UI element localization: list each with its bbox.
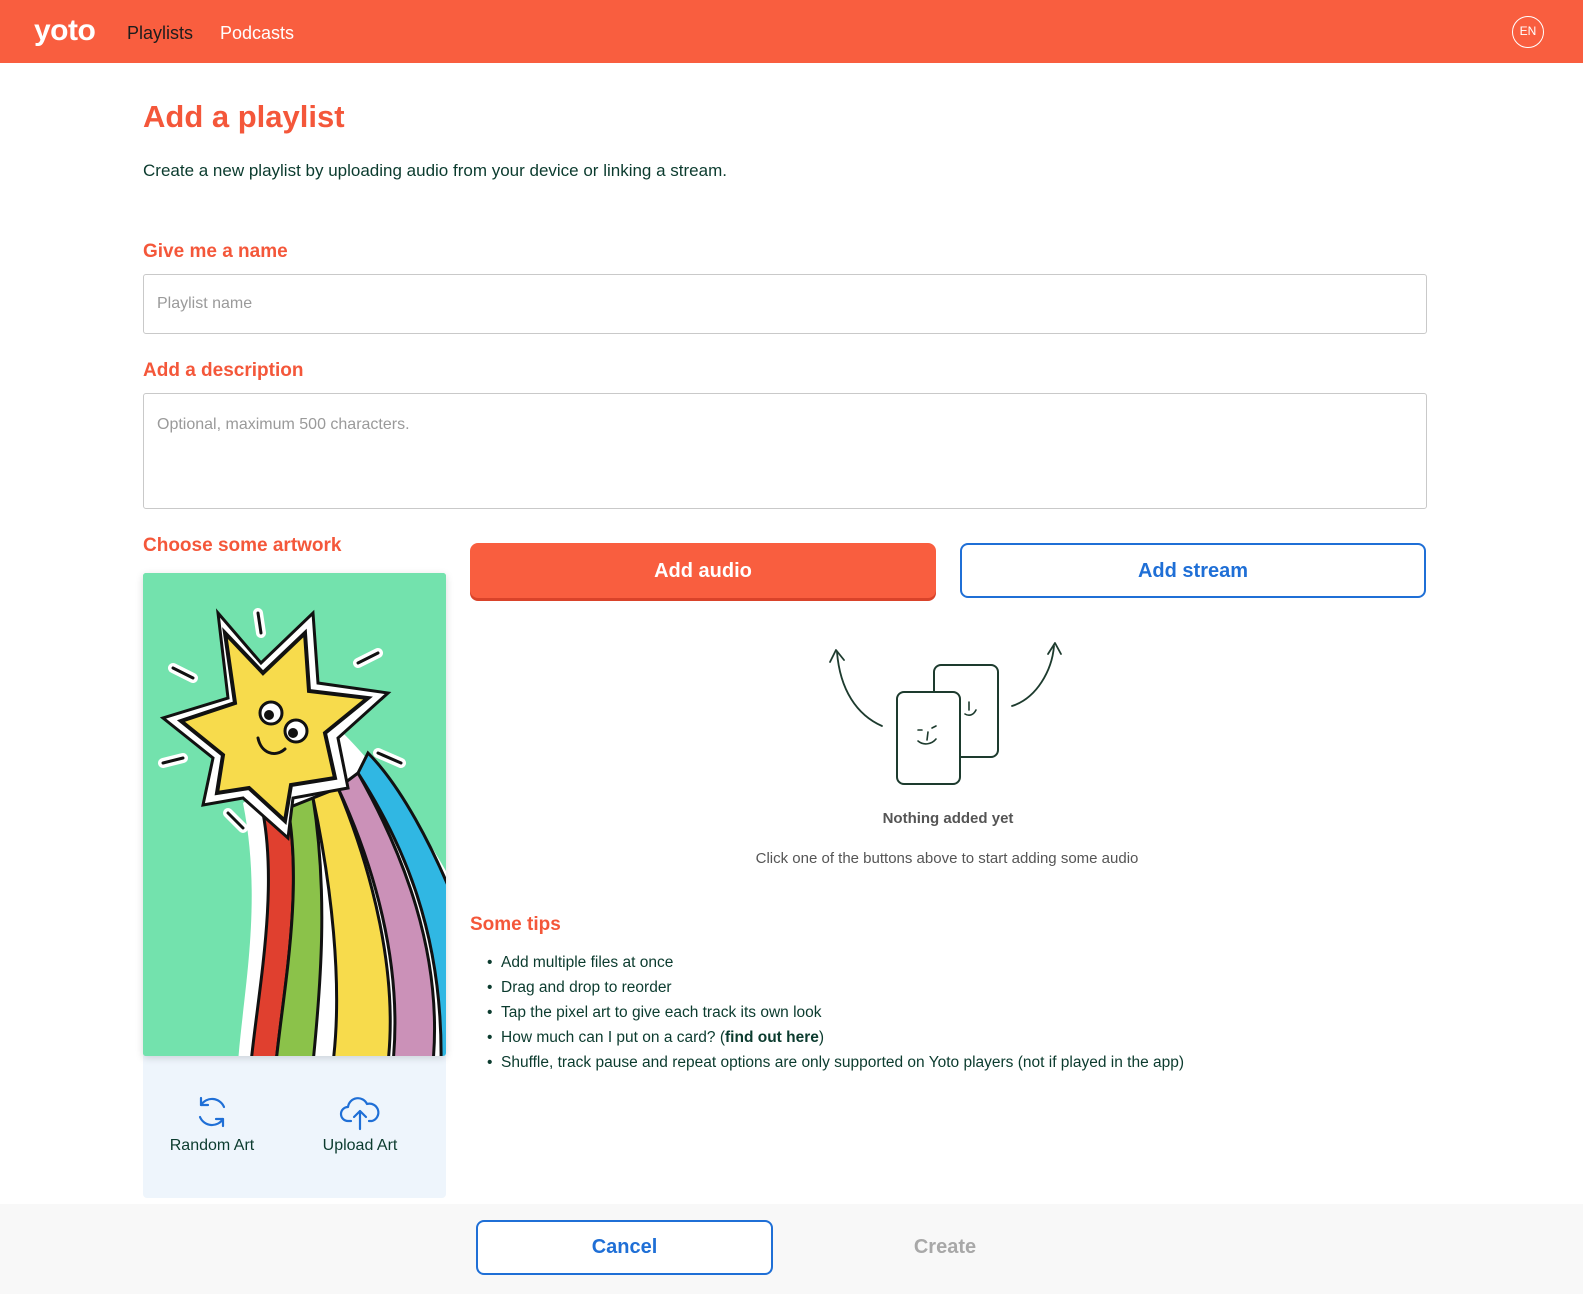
name-label: Give me a name [143, 241, 288, 262]
tip-text: Drag and drop to reorder [501, 979, 672, 996]
add-stream-button[interactable]: Add stream [960, 543, 1426, 598]
description-label: Add a description [143, 360, 304, 381]
refresh-icon [198, 1096, 226, 1128]
top-navigation-bar: yoto Playlists Podcasts EN [0, 0, 1583, 63]
tip-text: Tap the pixel art to give each track its… [501, 1004, 822, 1021]
tip-item: How much can I put on a card? (find out … [487, 1025, 1184, 1050]
tip-item: Tap the pixel art to give each track its… [487, 1000, 1184, 1025]
upload-art-label: Upload Art [322, 1137, 398, 1154]
cancel-button[interactable]: Cancel [476, 1220, 773, 1275]
random-art-button[interactable]: Random Art [152, 1093, 272, 1155]
footer-action-bar [0, 1204, 1583, 1294]
yoto-logo[interactable]: yoto [34, 14, 96, 48]
artwork-panel: Random Art Upload Art [143, 573, 446, 1198]
tip-text: Add multiple files at once [501, 954, 674, 971]
tip-text-suffix: ) [818, 1029, 825, 1046]
page-intro: Create a new playlist by uploading audio… [143, 161, 727, 180]
nav-podcasts-link[interactable]: Podcasts [220, 22, 294, 44]
random-art-label: Random Art [169, 1137, 255, 1154]
playlist-name-input[interactable] [143, 274, 1427, 334]
empty-cards-illustration [829, 642, 1062, 785]
description-textarea[interactable] [143, 393, 1427, 509]
cloud-upload-icon [339, 1097, 380, 1131]
tip-item: Drag and drop to reorder [487, 975, 1184, 1000]
tip-text: How much can I put on a card? ( [501, 1029, 726, 1046]
empty-state-title: Nothing added yet [882, 810, 1014, 827]
tip-item: Shuffle, track pause and repeat options … [487, 1050, 1184, 1075]
artwork-preview-image[interactable] [143, 573, 446, 1056]
page-title: Add a playlist [143, 99, 345, 134]
nav-playlists-link[interactable]: Playlists [127, 22, 193, 44]
tip-text: Shuffle, track pause and repeat options … [501, 1054, 1185, 1071]
artwork-label: Choose some artwork [143, 535, 342, 556]
empty-state-subtitle: Click one of the buttons above to start … [755, 850, 1139, 867]
language-selector-button[interactable]: EN [1512, 16, 1544, 48]
create-button[interactable]: Create [845, 1220, 1045, 1275]
tips-list: Add multiple files at once Drag and drop… [487, 950, 1184, 1075]
shooting-star-rainbow-illustration [143, 573, 446, 1056]
find-out-here-link[interactable]: find out here [725, 1029, 819, 1046]
add-audio-button[interactable]: Add audio [470, 543, 936, 598]
upload-art-button[interactable]: Upload Art [300, 1093, 420, 1155]
tip-item: Add multiple files at once [487, 950, 1184, 975]
tips-title: Some tips [470, 914, 561, 935]
